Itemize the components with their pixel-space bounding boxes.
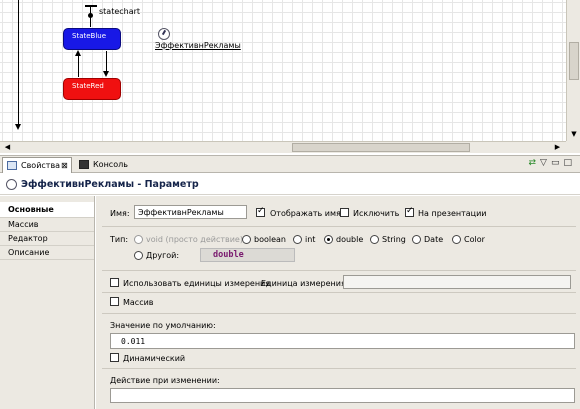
canvas-vertical-scrollbar[interactable]: ▼ bbox=[566, 0, 580, 141]
transition-blue-to-red[interactable] bbox=[106, 51, 107, 73]
type-int-label: int bbox=[305, 235, 316, 244]
transition-red-to-blue[interactable] bbox=[78, 55, 79, 77]
properties-form: Имя: ЭффективнРекламы Отображать имя Иск… bbox=[96, 196, 580, 409]
show-name-checkbox[interactable] bbox=[256, 206, 265, 217]
on-change-label: Действие при изменении: bbox=[110, 376, 220, 385]
unit-label: Единица измерения: bbox=[261, 279, 349, 288]
scrollbar-corner bbox=[566, 141, 580, 153]
on-presentation-label: На презентации bbox=[418, 209, 487, 218]
transition-blue-to-red-arrowhead bbox=[103, 71, 109, 77]
dynamic-checkbox[interactable] bbox=[110, 353, 119, 362]
type-double-label: double bbox=[336, 235, 364, 244]
type-radio-boolean[interactable] bbox=[242, 235, 251, 244]
statechart-entry-bar bbox=[85, 5, 97, 7]
scroll-right-icon[interactable]: ▶ bbox=[552, 142, 563, 153]
canvas-guide-arrow bbox=[15, 124, 21, 130]
properties-sections-nav: Основные Массив Редактор Описание bbox=[0, 196, 95, 409]
parameter-label[interactable]: ЭффективнРекламы bbox=[155, 41, 241, 50]
exclude-checkbox[interactable] bbox=[340, 208, 349, 217]
type-void-label: void (просто действие) bbox=[146, 235, 243, 244]
link-editor-icon[interactable]: ⇄ bbox=[529, 158, 541, 168]
type-radio-date[interactable] bbox=[412, 235, 421, 244]
other-type-field[interactable]: double bbox=[200, 248, 295, 262]
default-value-input[interactable]: 0.011 bbox=[110, 333, 575, 349]
scroll-down-icon[interactable]: ▼ bbox=[568, 128, 580, 140]
page-title: ЭффективнРекламы - Параметр bbox=[21, 179, 199, 190]
properties-icon bbox=[7, 161, 17, 170]
array-label: Массив bbox=[123, 298, 154, 307]
canvas-horizontal-scrollbar[interactable]: ◀ ▶ bbox=[0, 141, 566, 153]
type-label: Тип: bbox=[110, 235, 129, 244]
tab-properties-label: Свойства bbox=[21, 161, 61, 170]
nav-item-array[interactable]: Массив bbox=[0, 218, 94, 232]
type-radio-other[interactable] bbox=[134, 251, 143, 260]
separator bbox=[102, 226, 576, 227]
nav-item-editor[interactable]: Редактор bbox=[0, 232, 94, 246]
statechart-entry-transition bbox=[90, 17, 91, 27]
canvas-guide-line bbox=[18, 0, 19, 128]
type-color-label: Color bbox=[464, 235, 485, 244]
tab-properties[interactable]: Свойства ⊠ bbox=[2, 157, 72, 173]
parameter-icon[interactable] bbox=[158, 28, 170, 40]
unit-input[interactable] bbox=[343, 275, 571, 289]
tab-console[interactable]: Консоль bbox=[75, 157, 130, 173]
on-change-input[interactable] bbox=[110, 388, 575, 403]
show-name-label: Отображать имя bbox=[270, 209, 341, 218]
type-radio-void bbox=[134, 235, 143, 244]
console-icon bbox=[79, 160, 89, 169]
default-value-label: Значение по умолчанию: bbox=[110, 321, 216, 330]
separator bbox=[102, 368, 576, 369]
type-radio-int[interactable] bbox=[293, 235, 302, 244]
type-string-label: String bbox=[382, 235, 406, 244]
type-date-label: Date bbox=[424, 235, 444, 244]
type-radio-color[interactable] bbox=[452, 235, 461, 244]
separator bbox=[102, 270, 576, 271]
minimize-icon[interactable]: ▭ bbox=[551, 158, 564, 168]
transition-red-to-blue-arrowhead bbox=[75, 50, 81, 56]
type-other-label: Другой: bbox=[146, 251, 180, 260]
type-radio-string[interactable] bbox=[370, 235, 379, 244]
properties-header: ЭффективнРекламы - Параметр bbox=[0, 174, 580, 195]
on-presentation-checkbox[interactable] bbox=[405, 206, 414, 217]
type-radio-double[interactable] bbox=[324, 235, 333, 244]
separator bbox=[102, 292, 576, 293]
dynamic-label: Динамический bbox=[123, 354, 186, 363]
close-icon[interactable]: ⊠ bbox=[61, 158, 68, 174]
horizontal-scroll-thumb[interactable] bbox=[292, 143, 470, 152]
array-checkbox[interactable] bbox=[110, 297, 119, 306]
exclude-label: Исключить bbox=[353, 209, 400, 218]
state-blue-label: StateBlue bbox=[72, 32, 107, 40]
name-input[interactable]: ЭффективнРекламы bbox=[134, 205, 247, 219]
nav-item-general[interactable]: Основные bbox=[0, 202, 94, 218]
vertical-scroll-thumb[interactable] bbox=[569, 42, 579, 80]
type-boolean-label: boolean bbox=[254, 235, 286, 244]
state-red-label: StateRed bbox=[72, 82, 104, 90]
use-units-checkbox[interactable] bbox=[110, 278, 119, 287]
view-menu-icon[interactable]: ▽ bbox=[540, 158, 551, 168]
statechart-label: statechart bbox=[99, 7, 141, 16]
maximize-icon[interactable]: □ bbox=[563, 158, 576, 168]
name-label: Имя: bbox=[110, 209, 130, 218]
view-tab-bar: Свойства ⊠ Консоль ⇄▽▭□ bbox=[0, 155, 580, 173]
state-red[interactable]: StateRed bbox=[63, 78, 121, 100]
tab-console-label: Консоль bbox=[93, 160, 128, 169]
scroll-left-icon[interactable]: ◀ bbox=[2, 142, 13, 153]
nav-item-description[interactable]: Описание bbox=[0, 246, 94, 260]
state-blue[interactable]: StateBlue bbox=[63, 28, 121, 50]
use-units-label: Использовать единицы измерения bbox=[123, 279, 271, 288]
separator bbox=[102, 313, 576, 314]
view-toolbar: ⇄▽▭□ bbox=[529, 158, 577, 172]
diagram-canvas[interactable]: statechart StateBlue StateRed ЭффективнР… bbox=[0, 0, 566, 141]
parameter-icon bbox=[6, 179, 17, 190]
